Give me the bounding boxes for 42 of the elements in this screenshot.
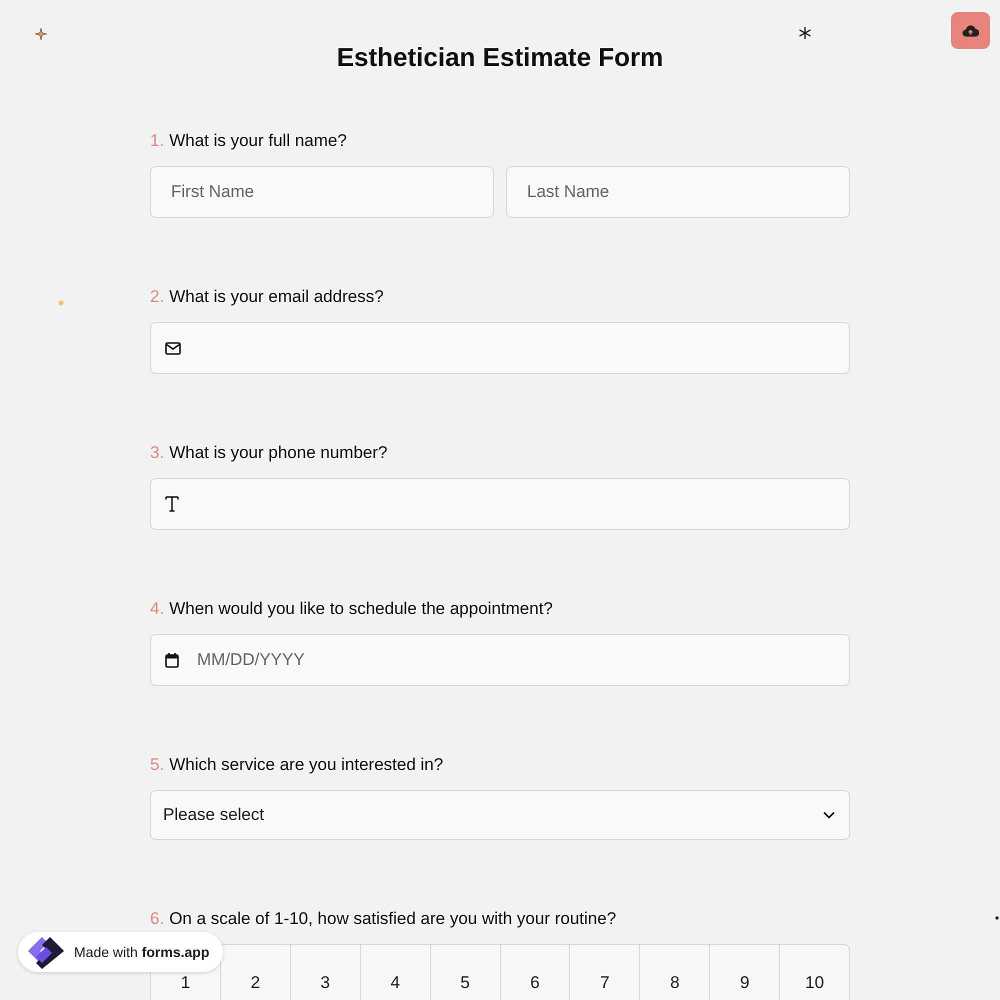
form-title: Esthetician Estimate Form — [336, 41, 664, 74]
question-number: 1. — [150, 131, 164, 150]
calendar-icon — [165, 652, 179, 668]
envelope-icon — [165, 342, 181, 354]
dot-icon — [995, 916, 999, 920]
cloud-upload-icon — [962, 24, 979, 36]
question-label: On a scale of 1-10, how satisfied are you with your routine? — [169, 909, 616, 928]
badge-text: Made with forms.app — [74, 944, 210, 960]
input-field[interactable]: Last Name — [506, 166, 850, 218]
scale-option[interactable]: 4 — [360, 944, 431, 1000]
chevron-down-icon — [823, 811, 835, 819]
question-label: What is your email address? — [169, 287, 384, 306]
dot-icon — [58, 300, 64, 306]
question-label: What is your full name? — [169, 131, 347, 150]
email-field[interactable] — [150, 322, 850, 374]
upload-button[interactable] — [951, 12, 990, 49]
scale-option[interactable]: 7 — [569, 944, 640, 1000]
question-label: Which service are you interested in? — [169, 755, 444, 774]
question-number: 4. — [150, 599, 164, 618]
asterisk-icon — [799, 27, 811, 39]
service-dropdown[interactable]: Please select — [150, 790, 850, 840]
logo-icon — [26, 935, 66, 969]
scale-option[interactable]: 9 — [709, 944, 780, 1000]
sparkle-icon — [35, 28, 47, 40]
question-number: 5. — [150, 755, 164, 774]
scale-option[interactable]: 2 — [220, 944, 291, 1000]
scale-option[interactable]: 3 — [290, 944, 361, 1000]
question-label: What is your phone number? — [169, 443, 388, 462]
placeholder-text: MM/DD/YYYY — [197, 650, 305, 670]
question-number: 3. — [150, 443, 164, 462]
scale-option[interactable]: 5 — [430, 944, 501, 1000]
input-field[interactable]: First Name — [150, 166, 494, 218]
made-with-overlay[interactable]: Made with forms.app — [18, 932, 224, 972]
question-label: When would you like to schedule the appointment? — [169, 599, 553, 618]
question-number: 6. — [150, 909, 164, 928]
text-icon — [165, 496, 179, 512]
scale-option[interactable]: 6 — [500, 944, 570, 1000]
date-field[interactable]: MM/DD/YYYY — [150, 634, 850, 686]
phone-field[interactable] — [150, 478, 850, 530]
scale-option[interactable]: 8 — [639, 944, 710, 1000]
scale-option[interactable]: 10 — [779, 944, 850, 1000]
question-number: 2. — [150, 287, 164, 306]
